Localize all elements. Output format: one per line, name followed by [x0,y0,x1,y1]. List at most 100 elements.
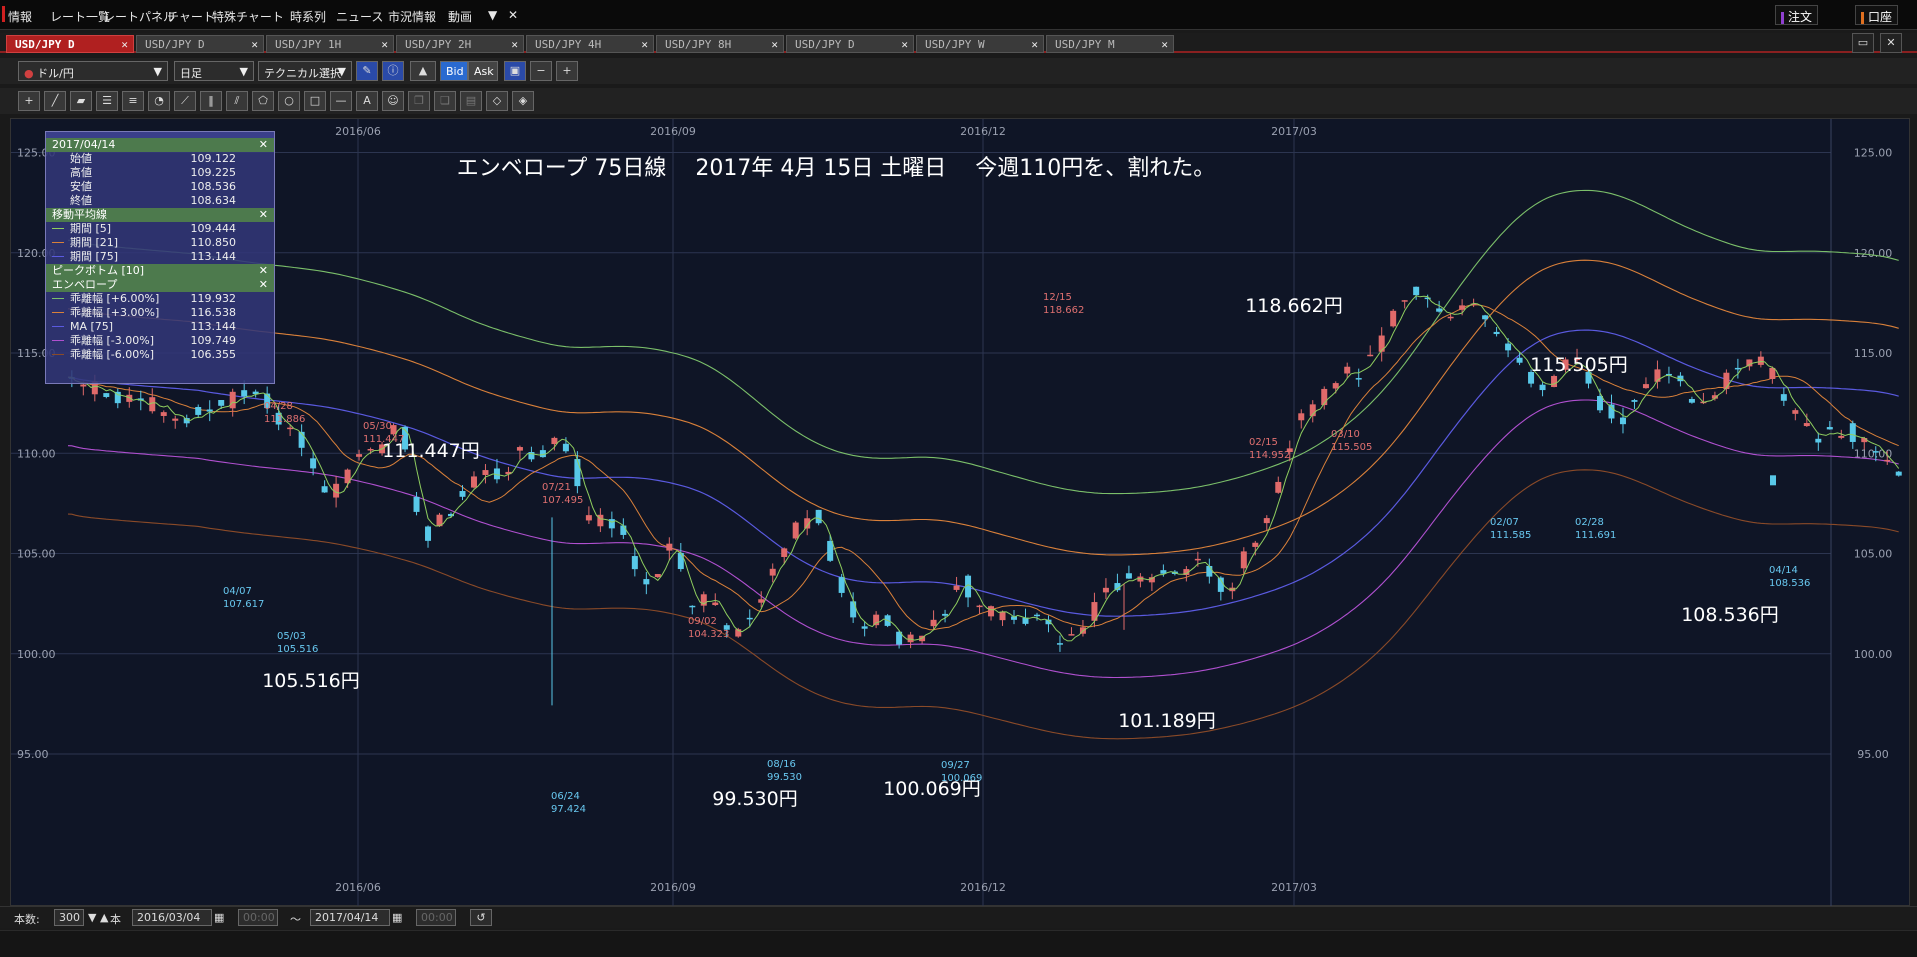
calendar-icon[interactable]: ▦ [392,911,402,924]
vlines-icon[interactable]: ‖ [200,91,222,111]
delete-icon[interactable]: ▤ [460,91,482,111]
candle-body [1723,372,1730,390]
tab-close-icon[interactable]: ✕ [641,38,648,51]
reload-icon[interactable]: ↺ [470,909,492,926]
pencil-icon[interactable]: ✎ [356,61,378,81]
tab-close-icon[interactable]: ✕ [251,38,258,51]
tab-label: USD/JPY M [1055,38,1115,51]
symbol-select[interactable]: ● ドル/円 ▼ [18,61,168,81]
tab-label: USD/JPY 2H [405,38,472,51]
ruler-icon[interactable]: ▰ [70,91,92,111]
tab-usdjpy-8h[interactable]: USD/JPY 8H ✕ [656,35,784,53]
tab-close-icon[interactable]: ✕ [1031,38,1038,51]
crosshair-icon[interactable]: + [18,91,40,111]
to-date-input[interactable]: 2017/04/14 [310,909,390,926]
pentagon-icon[interactable]: ⬠ [252,91,274,111]
gann-icon[interactable]: ⟋ [174,91,196,111]
menu-item-market[interactable]: 市況情報 [388,8,436,25]
maximize-icon[interactable]: ▭ [1852,33,1874,53]
menu-item-timeseries[interactable]: 時系列 [290,8,326,25]
tab-close-icon[interactable]: ✕ [121,38,128,51]
tab-close-icon[interactable]: ✕ [381,38,388,51]
bid-button[interactable]: Bid [440,61,468,81]
menu-item-video[interactable]: 動画 [448,8,472,25]
candle-body [712,602,719,606]
tab-usdjpy-4h[interactable]: USD/JPY 4H ✕ [526,35,654,53]
candle-body [1642,384,1649,389]
calendar-icon[interactable]: ▦ [214,911,224,924]
hline-icon[interactable]: — [330,91,352,111]
count-select[interactable]: 300 [54,909,84,926]
chart-area[interactable]: 95.00 95.00 100.00 100.00 105.00 105.00 110.00… [10,118,1911,907]
from-date-input[interactable]: 2016/03/04 [132,909,212,926]
price-chart[interactable]: 95.00 95.00 100.00 100.00 105.00 105.00 110.00… [11,119,1911,907]
indicator-icon[interactable]: ▣ [504,61,526,81]
menu-dropdown-icon[interactable]: ▼ [488,8,497,22]
bottom-date-label: 02/07 [1490,517,1519,528]
menu-item-news[interactable]: ニュース [336,8,383,25]
tab-close-icon[interactable]: ✕ [771,38,778,51]
ask-button[interactable]: Ask [468,61,498,81]
tab-usdjpy-d-2[interactable]: USD/JPY D ✕ [136,35,264,53]
to-time-input[interactable]: 00:00 [416,909,456,926]
count-up-icon[interactable]: ▼ ▲ [88,911,108,924]
close-icon[interactable]: ✕ [259,278,268,292]
menu-close-icon[interactable]: ✕ [508,8,518,22]
from-time-input[interactable]: 00:00 [238,909,278,926]
info-icon[interactable]: ⓘ [382,61,404,81]
tab-close-icon[interactable]: ✕ [1161,38,1168,51]
zoom-in-icon[interactable]: + [556,61,578,81]
paste-icon[interactable]: ❏ [434,91,456,111]
text-icon[interactable]: A [356,91,378,111]
candle-body [218,400,225,406]
bottom-value-label: 108.536 [1769,578,1810,589]
close-icon[interactable]: ✕ [259,264,268,278]
tab-close-icon[interactable]: ✕ [901,38,908,51]
candle-body [516,447,523,451]
fib-icon[interactable]: ≡ [122,91,144,111]
icon-stamp-icon[interactable]: ☺ [382,91,404,111]
order-button[interactable]: 注文 [1775,5,1819,25]
timeframe-select[interactable]: 日足 ▼ [174,61,254,81]
zoom-out-icon[interactable]: − [530,61,552,81]
line-icon[interactable]: ╱ [44,91,66,111]
ma-label: 期間 [5] [70,222,112,235]
tab-usdjpy-d-1[interactable]: USD/JPY D ✕ [6,35,134,53]
tab-usdjpy-d-3[interactable]: USD/JPY D ✕ [786,35,914,53]
fan-icon[interactable]: ◔ [148,91,170,111]
menu-item-info[interactable]: 情報 [8,8,32,25]
area-chart-icon[interactable]: ▲ [410,61,436,81]
hlines-icon[interactable]: ☰ [96,91,118,111]
tab-usdjpy-m[interactable]: USD/JPY M ✕ [1046,35,1174,53]
copy-icon[interactable]: ❐ [408,91,430,111]
env-label: 乖離幅 [+6.00%] [70,292,160,305]
eraser-icon[interactable]: ◇ [486,91,508,111]
order-label: 注文 [1788,10,1813,24]
bottom-strip [0,930,1917,957]
tab-usdjpy-1h[interactable]: USD/JPY 1H ✕ [266,35,394,53]
menu-item-chart[interactable]: チャート [167,8,215,25]
candle-body [1263,518,1270,524]
rectangle-icon[interactable]: □ [304,91,326,111]
peak-header: ピークボトム [10] ✕ [46,264,274,278]
pitchfork-icon[interactable]: ⫽ [226,91,248,111]
circle-icon[interactable]: ○ [278,91,300,111]
menu-item-rate-list[interactable]: レート一覧 [50,8,110,25]
tab-usdjpy-w[interactable]: USD/JPY W ✕ [916,35,1044,53]
candle-body [930,619,937,627]
candle-body [988,606,995,617]
candle-body [229,391,236,409]
window-close-icon[interactable]: ✕ [1880,33,1902,53]
tab-close-icon[interactable]: ✕ [511,38,518,51]
tab-usdjpy-2h[interactable]: USD/JPY 2H ✕ [396,35,524,53]
menu-item-special-chart[interactable]: 特殊チャート [212,8,284,25]
eraser-all-icon[interactable]: ◈ [512,91,534,111]
candle-body [873,614,880,626]
technical-select[interactable]: テクニカル選択 ▼ [258,61,352,81]
account-button[interactable]: 口座 [1855,5,1899,25]
data-window[interactable]: 2017/04/14 ✕ 始値 109.122 高値 109.225 安値 108.53… [45,131,275,384]
menu-item-rate-panel[interactable]: レートパネル [103,8,175,25]
close-icon[interactable]: ✕ [259,138,268,152]
close-icon[interactable]: ✕ [259,208,268,222]
candle-body [160,412,167,416]
